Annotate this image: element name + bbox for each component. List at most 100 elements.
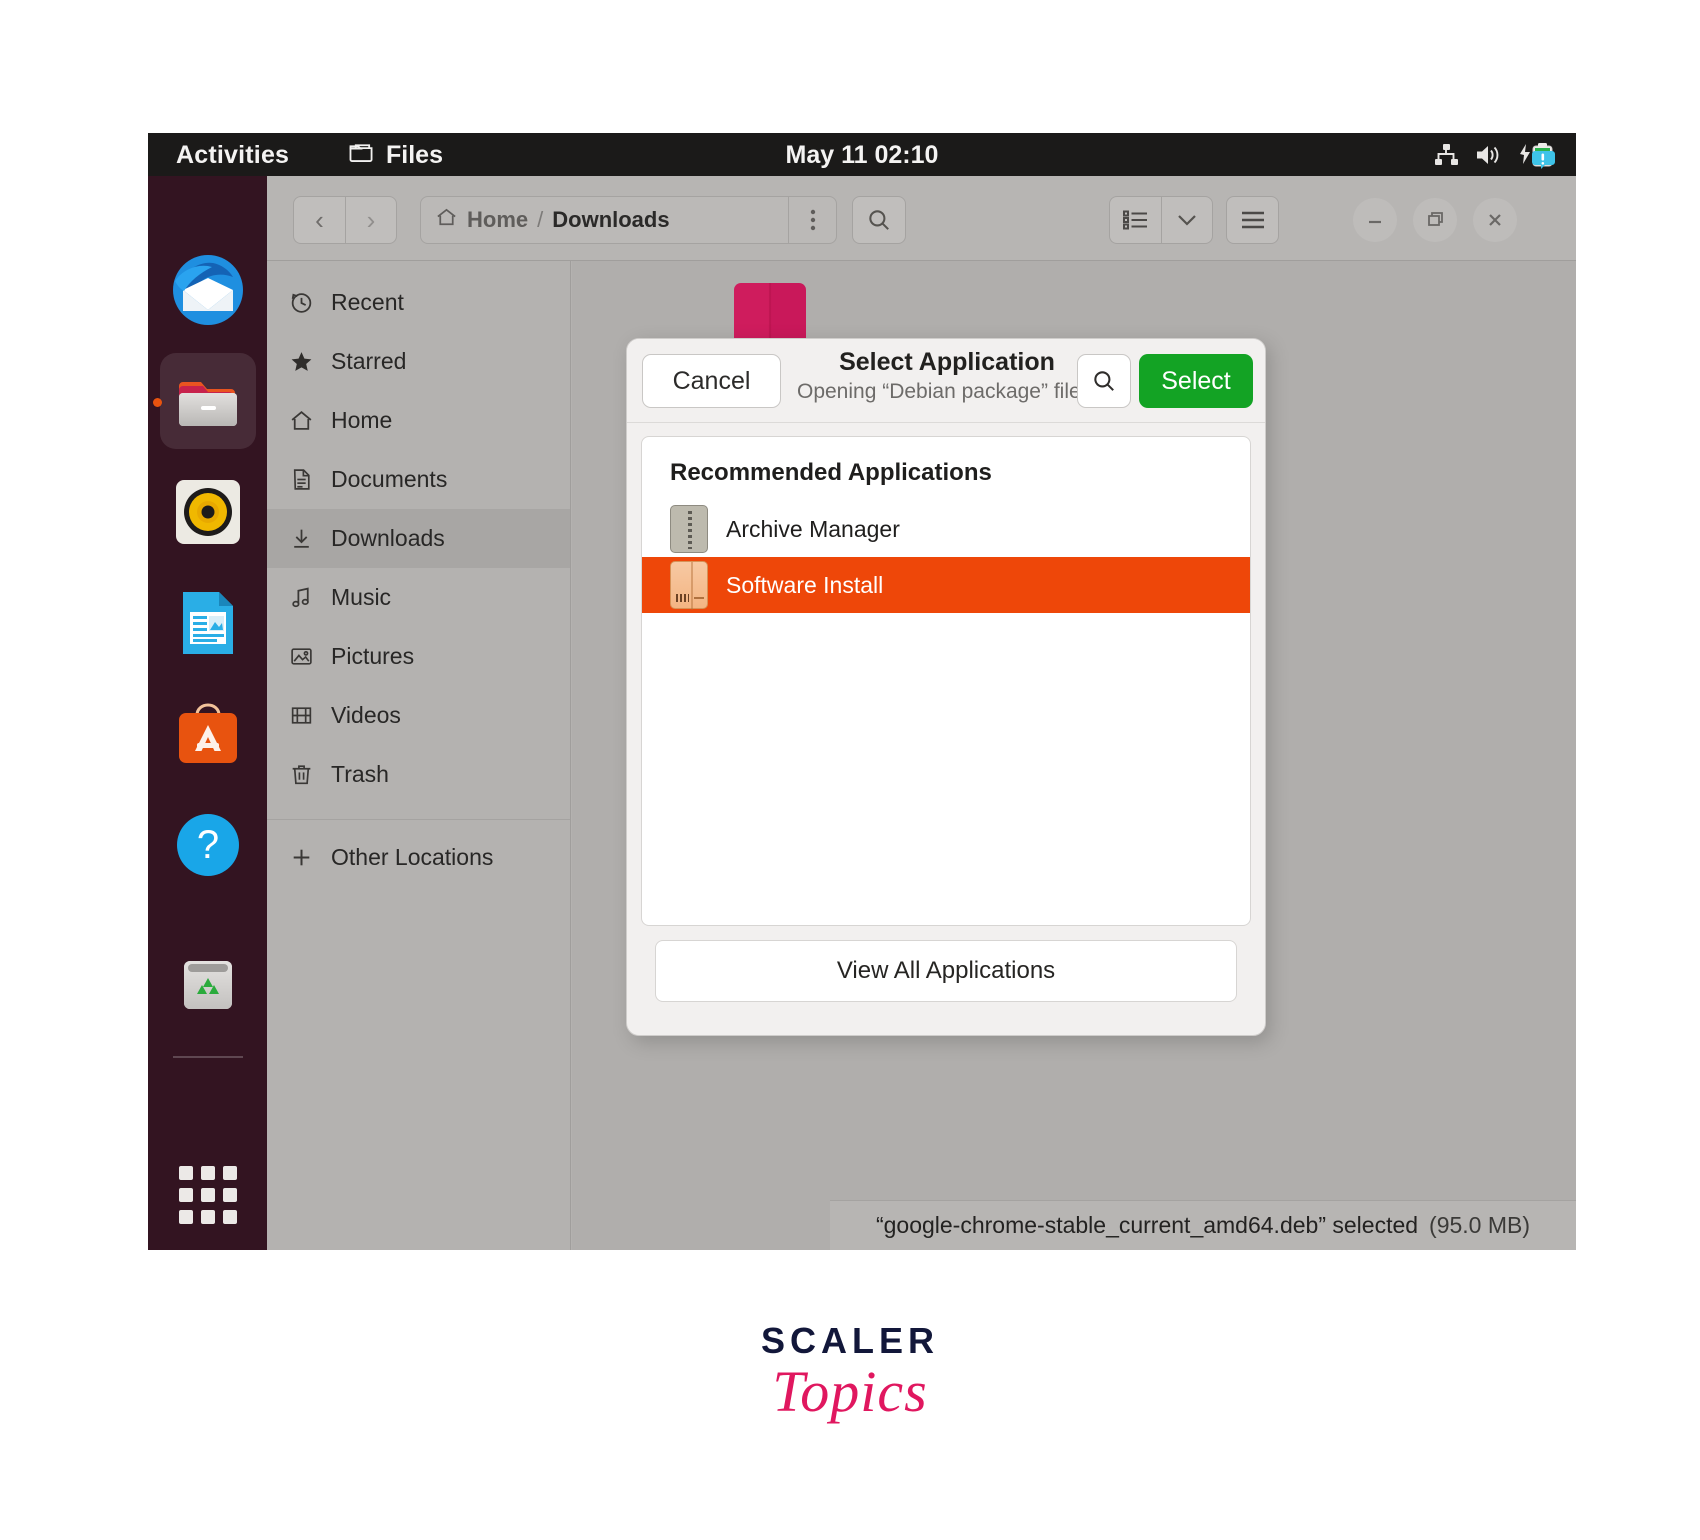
sidebar-item-documents[interactable]: Documents xyxy=(267,450,570,509)
sidebar-divider xyxy=(267,819,570,820)
back-button[interactable]: ‹ xyxy=(293,196,345,244)
plus-icon xyxy=(288,845,314,870)
navigation-buttons: ‹ › xyxy=(293,196,397,244)
sidebar-item-trash[interactable]: Trash xyxy=(267,745,570,804)
sidebar-item-other-locations[interactable]: Other Locations xyxy=(267,828,570,887)
activities-button[interactable]: Activities xyxy=(176,141,289,170)
sidebar-item-label: Home xyxy=(331,407,393,433)
sidebar-item-label: Downloads xyxy=(331,525,445,551)
forward-button[interactable]: › xyxy=(345,196,397,244)
system-tray[interactable] xyxy=(1432,141,1558,176)
breadcrumb-home[interactable]: Home xyxy=(467,207,528,233)
document-icon xyxy=(288,467,314,492)
dock-item-files[interactable] xyxy=(153,353,256,449)
sidebar-item-starred[interactable]: Starred xyxy=(267,332,570,391)
sidebar-item-label: Documents xyxy=(331,466,448,492)
close-button[interactable] xyxy=(1473,198,1517,242)
trash-icon xyxy=(169,944,247,1022)
sidebar-item-downloads[interactable]: Downloads xyxy=(267,509,570,568)
folder-icon xyxy=(169,362,247,440)
help-icon: ? xyxy=(169,806,247,884)
main-menu-button[interactable] xyxy=(1226,196,1279,244)
list-section-title: Recommended Applications xyxy=(670,459,992,486)
image-icon xyxy=(288,644,314,669)
file-item-thumbnail[interactable] xyxy=(734,283,806,345)
files-window: ‹ › Home / Downloads Recent Starred Home… xyxy=(267,176,1576,1250)
grid-dot xyxy=(201,1210,215,1224)
breadcrumb-separator: / xyxy=(537,207,544,232)
dock-item-trash[interactable] xyxy=(169,944,247,1022)
app-menu[interactable]: Files xyxy=(348,140,443,170)
sidebar-item-label: Trash xyxy=(331,761,389,787)
select-application-dialog: Cancel Select Application Opening “Debia… xyxy=(626,338,1266,1036)
grid-dot xyxy=(223,1188,237,1202)
sidebar-item-music[interactable]: Music xyxy=(267,568,570,627)
select-button[interactable]: Select xyxy=(1139,354,1253,408)
logo-topics-text: Topics xyxy=(772,1359,928,1424)
list-item[interactable]: Software Install xyxy=(642,557,1250,613)
download-icon xyxy=(288,526,314,551)
ubuntu-software-icon xyxy=(169,695,247,773)
sidebar-item-label: Pictures xyxy=(331,643,415,669)
dock-item-libreoffice-writer[interactable] xyxy=(169,584,247,662)
sidebar-item-recent[interactable]: Recent xyxy=(267,273,570,332)
show-applications-button[interactable] xyxy=(179,1166,237,1224)
places-sidebar: Recent Starred Home Documents Downloads … xyxy=(267,261,571,1250)
folder-icon xyxy=(348,140,375,170)
grid-dot xyxy=(223,1166,237,1180)
svg-text:?: ? xyxy=(197,823,219,867)
film-icon xyxy=(288,703,314,728)
logo-scaler-text: SCALER xyxy=(760,1320,939,1361)
breadcrumb-current[interactable]: Downloads xyxy=(552,207,669,233)
dock-item-ubuntu-software[interactable] xyxy=(169,695,247,773)
list-item-label: Archive Manager xyxy=(726,515,900,542)
breadcrumb-items: Home / Downloads xyxy=(421,206,788,234)
dialog-header: Cancel Select Application Opening “Debia… xyxy=(627,339,1265,423)
list-item-label: Software Install xyxy=(726,571,884,598)
grid-dot xyxy=(223,1210,237,1224)
chevron-down-icon[interactable] xyxy=(1161,196,1213,244)
grid-dot xyxy=(179,1166,193,1180)
dock-item-rhythmbox[interactable] xyxy=(169,473,247,551)
sidebar-item-home[interactable]: Home xyxy=(267,391,570,450)
libreoffice-writer-icon xyxy=(169,584,247,662)
status-filesize: (95.0 MB) xyxy=(1429,1212,1531,1238)
home-icon xyxy=(435,206,458,234)
volume-icon xyxy=(1474,142,1502,175)
dock: ? xyxy=(148,176,267,1250)
archive-manager-icon xyxy=(670,505,708,553)
view-list-button[interactable] xyxy=(1109,196,1161,244)
search-button[interactable] xyxy=(852,196,906,244)
star-icon xyxy=(288,349,314,374)
sidebar-item-label: Starred xyxy=(331,348,407,374)
search-icon[interactable] xyxy=(1077,354,1131,408)
dock-item-help[interactable]: ? xyxy=(169,806,247,884)
grid-dot xyxy=(179,1188,193,1202)
sidebar-item-label: Videos xyxy=(331,702,401,728)
status-bar: “google-chrome-stable_current_amd64.deb”… xyxy=(830,1200,1576,1250)
grid-dot xyxy=(201,1188,215,1202)
maximize-button[interactable] xyxy=(1413,198,1457,242)
gnome-top-bar: May 11 02:10 Activities Files xyxy=(148,133,1576,176)
dialog-body: Recommended Applications Archive Manager… xyxy=(627,423,1265,1002)
minimize-button[interactable] xyxy=(1353,198,1397,242)
rhythmbox-icon xyxy=(169,473,247,551)
sidebar-item-videos[interactable]: Videos xyxy=(267,686,570,745)
cancel-button[interactable]: Cancel xyxy=(642,354,781,408)
sidebar-item-pictures[interactable]: Pictures xyxy=(267,627,570,686)
network-wired-icon xyxy=(1432,142,1460,175)
view-all-applications-button[interactable]: View All Applications xyxy=(655,940,1237,1002)
dock-item-thunderbird[interactable] xyxy=(169,251,247,329)
desktop-screen: ‹ › Home / Downloads Recent Starred Home… xyxy=(148,133,1576,1250)
path-menu-button[interactable] xyxy=(788,197,836,243)
scaler-topics-logo: SCALER Topics xyxy=(0,1320,1700,1425)
deb-package-icon xyxy=(670,561,708,610)
sidebar-item-label: Other Locations xyxy=(331,844,494,870)
grid-dot xyxy=(201,1166,215,1180)
list-item[interactable]: Archive Manager xyxy=(642,501,1250,557)
app-menu-label: Files xyxy=(386,140,443,169)
grid-dot xyxy=(179,1210,193,1224)
battery-charging-icon xyxy=(1516,141,1558,176)
sidebar-item-label: Music xyxy=(331,584,392,610)
status-text: “google-chrome-stable_current_amd64.deb”… xyxy=(875,1212,1419,1238)
